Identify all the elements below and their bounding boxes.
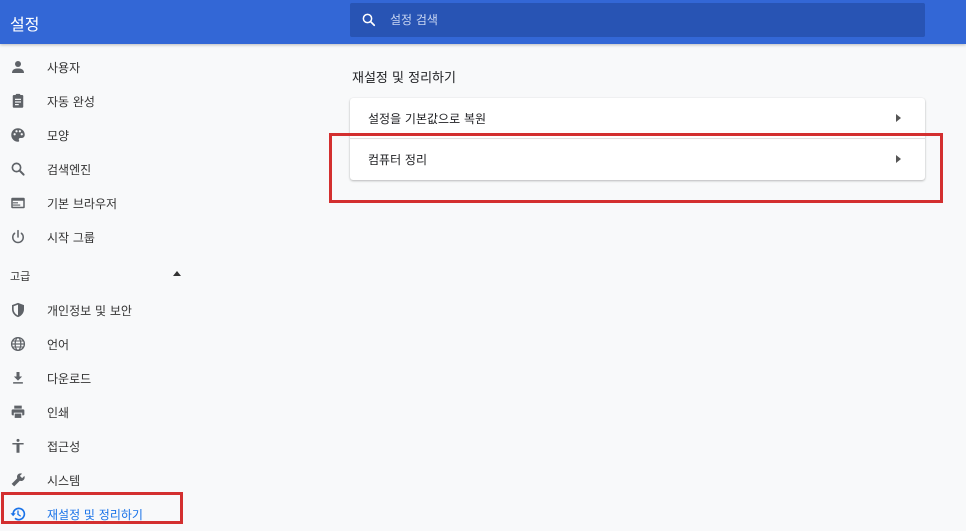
sidebar-item-search-engine[interactable]: 검색엔진	[0, 152, 200, 186]
section-title: 재설정 및 정리하기	[352, 71, 456, 86]
palette-icon	[11, 128, 25, 142]
sidebar-item-languages[interactable]: 언어	[0, 327, 200, 361]
sidebar-item-autofill[interactable]: 자동 완성	[0, 84, 200, 118]
power-icon	[12, 229, 24, 244]
globe-icon	[10, 336, 26, 352]
caret-up-icon	[173, 271, 181, 276]
sidebar-item-downloads[interactable]: 다운로드	[0, 361, 200, 395]
sidebar-item-label: 기본 브라우저	[47, 197, 118, 211]
sidebar-item-label: 사용자	[47, 61, 81, 75]
sidebar-item-label: 시스템	[47, 474, 81, 488]
search-box[interactable]: 설정 검색	[350, 3, 925, 37]
page-title: 설정	[10, 15, 40, 34]
search-input[interactable]: 설정 검색	[390, 11, 438, 28]
advanced-section-toggle[interactable]: 고급	[0, 265, 200, 285]
browser-window-icon	[11, 197, 25, 209]
sidebar: 사용자 자동 완성 모양 검색엔진 기본 브라우저 시작 그룹 고급 개인정보 …	[0, 44, 200, 530]
sidebar-item-privacy[interactable]: 개인정보 및 보안	[0, 293, 200, 327]
restore-defaults-row[interactable]: 설정을 기본값으로 복원	[350, 98, 925, 138]
search-icon	[11, 162, 25, 176]
chevron-right-icon	[896, 114, 901, 122]
sidebar-item-printing[interactable]: 인쇄	[0, 395, 200, 429]
accessibility-icon	[12, 438, 24, 453]
sidebar-item-label: 언어	[47, 338, 70, 352]
app-header: 설정 설정 검색	[0, 0, 966, 44]
sidebar-item-on-startup[interactable]: 시작 그룹	[0, 220, 200, 254]
row-label: 설정을 기본값으로 복원	[368, 112, 487, 126]
clipboard-icon	[12, 93, 24, 108]
sidebar-item-label: 검색엔진	[47, 163, 92, 177]
sidebar-item-default-browser[interactable]: 기본 브라우저	[0, 186, 200, 220]
chevron-right-icon	[896, 155, 901, 163]
restore-history-icon	[10, 507, 26, 521]
sidebar-item-label: 인쇄	[47, 406, 70, 420]
sidebar-item-system[interactable]: 시스템	[0, 463, 200, 497]
printer-icon	[11, 405, 25, 419]
person-icon	[12, 61, 24, 73]
sidebar-item-label: 시작 그룹	[47, 231, 95, 245]
sidebar-item-accessibility[interactable]: 접근성	[0, 429, 200, 463]
sidebar-item-label: 모양	[47, 129, 70, 143]
advanced-section-label: 고급	[10, 270, 31, 283]
sidebar-item-label: 자동 완성	[47, 95, 95, 109]
clean-up-computer-row[interactable]: 컴퓨터 정리	[350, 139, 925, 179]
settings-card: 설정을 기본값으로 복원 컴퓨터 정리	[350, 98, 925, 180]
download-icon	[13, 372, 23, 384]
sidebar-item-appearance[interactable]: 모양	[0, 118, 200, 152]
sidebar-item-label: 접근성	[47, 440, 81, 454]
sidebar-item-label: 다운로드	[47, 372, 92, 386]
sidebar-item-label: 개인정보 및 보안	[47, 304, 132, 318]
sidebar-item-people[interactable]: 사용자	[0, 50, 200, 84]
search-icon	[362, 13, 376, 27]
sidebar-item-reset-cleanup[interactable]: 재설정 및 정리하기	[0, 497, 200, 531]
row-label: 컴퓨터 정리	[368, 153, 428, 167]
wrench-icon	[11, 473, 25, 487]
shield-icon	[12, 302, 24, 318]
sidebar-item-label: 재설정 및 정리하기	[47, 508, 143, 522]
